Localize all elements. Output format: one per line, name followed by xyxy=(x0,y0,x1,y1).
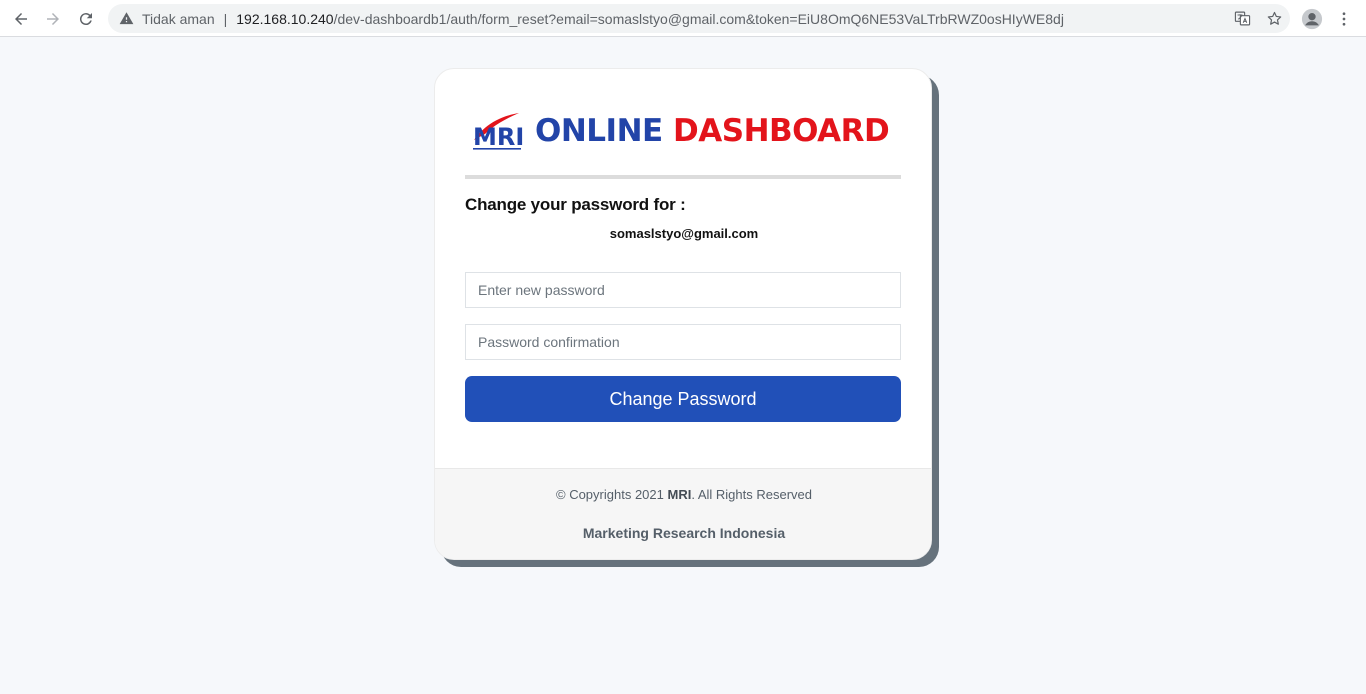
header-divider xyxy=(465,175,901,179)
brand-title: ONLINE DASHBOARD xyxy=(535,113,890,149)
star-icon[interactable] xyxy=(1258,4,1290,33)
security-label[interactable]: Tidak aman xyxy=(142,11,215,27)
translate-icon[interactable] xyxy=(1226,4,1258,33)
reset-password-card: MRI ONLINE DASHBOARD Change your passwor… xyxy=(434,68,932,560)
logo-mark-text: MRI xyxy=(473,123,523,151)
company-name: Marketing Research Indonesia xyxy=(582,525,786,541)
copyright-suffix: . All Rights Reserved xyxy=(691,487,812,502)
url-host: 192.168.10.240 xyxy=(236,10,334,27)
new-password-field[interactable] xyxy=(465,272,901,308)
copyright-brand: MRI xyxy=(667,487,692,502)
warning-icon xyxy=(119,11,135,27)
profile-button[interactable] xyxy=(1298,5,1326,33)
reload-icon xyxy=(79,13,92,26)
brand-logo: MRI ONLINE DASHBOARD xyxy=(471,109,890,153)
brand-word-online: ONLINE xyxy=(535,113,663,149)
password-confirmation-field[interactable] xyxy=(465,324,901,360)
mri-logo-icon: MRI xyxy=(473,113,523,151)
url-path: /dev-dashboardb1/auth/form_reset?email=s… xyxy=(333,10,1064,27)
reload-button[interactable] xyxy=(72,5,100,33)
profile-icon xyxy=(1301,8,1323,30)
account-email: somaslstyo@gmail.com xyxy=(609,226,759,241)
address-bar[interactable]: Tidak aman | 192.168.10.240 /dev-dashboa… xyxy=(108,4,1290,33)
back-button[interactable] xyxy=(7,5,35,33)
copyright-prefix: © Copyrights 2021 xyxy=(556,487,668,502)
browser-toolbar: Tidak aman | 192.168.10.240 /dev-dashboa… xyxy=(0,0,1366,37)
form-heading: Change your password for : xyxy=(465,195,686,214)
menu-icon xyxy=(1342,12,1346,26)
forward-button[interactable] xyxy=(39,5,67,33)
card-footer: © Copyrights 2021 MRI. All Rights Reserv… xyxy=(435,468,931,559)
copyright-text: © Copyrights 2021 MRI. All Rights Reserv… xyxy=(435,487,931,502)
back-icon xyxy=(15,13,27,25)
brand-word-dashboard: DASHBOARD xyxy=(673,113,890,149)
omnibox-separator: | xyxy=(223,10,228,27)
browser-menu-button[interactable] xyxy=(1330,5,1358,33)
change-password-button[interactable]: Change Password xyxy=(465,376,901,422)
forward-icon xyxy=(47,13,59,25)
